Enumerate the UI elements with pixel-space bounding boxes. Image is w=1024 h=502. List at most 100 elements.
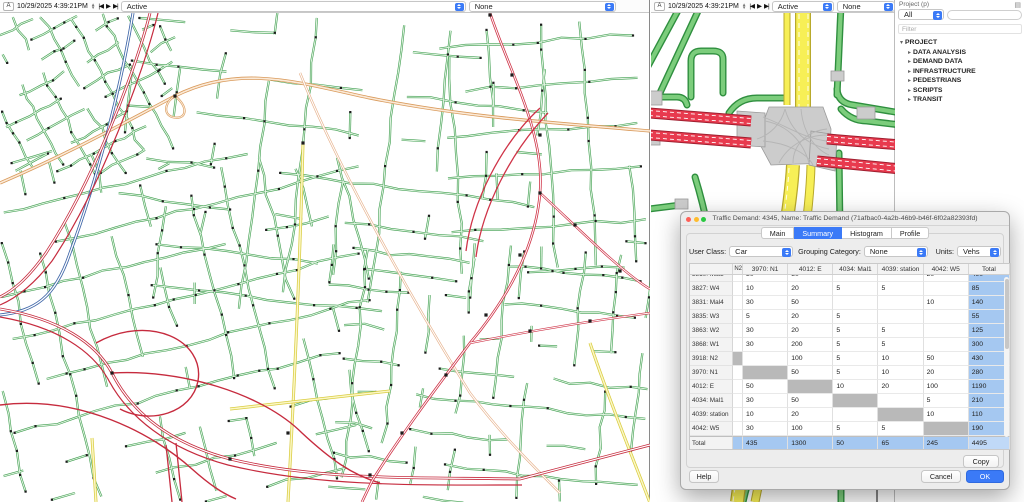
- tab-main[interactable]: Main: [761, 227, 795, 239]
- tree-item-infrastructure[interactable]: ▸INFRASTRUCTURE: [898, 67, 1024, 77]
- skip-forward-icon[interactable]: ▶|: [764, 2, 769, 10]
- matrix-cell[interactable]: [924, 324, 969, 338]
- matrix-cell[interactable]: 30: [743, 338, 788, 352]
- matrix-cell[interactable]: 5: [743, 310, 788, 324]
- matrix-cell-cut[interactable]: [733, 394, 743, 408]
- matrix-cell-cut[interactable]: [733, 275, 743, 282]
- matrix-cell[interactable]: [878, 296, 923, 310]
- skip-back-icon[interactable]: |◀: [749, 2, 754, 10]
- play-icon[interactable]: ▶: [757, 2, 761, 10]
- matrix-cell[interactable]: 50: [833, 436, 878, 450]
- cancel-button[interactable]: Cancel: [921, 470, 961, 483]
- matrix-cell[interactable]: 20: [788, 282, 833, 296]
- tree-item-demand-data[interactable]: ▸DEMAND DATA: [898, 57, 1024, 67]
- matrix-cell[interactable]: [743, 366, 788, 380]
- tab-summary[interactable]: Summary: [794, 227, 842, 239]
- datetime-stepper[interactable]: ▲▼: [742, 3, 746, 9]
- row-header[interactable]: 3868: W1: [690, 338, 733, 352]
- help-button[interactable]: Help: [689, 470, 719, 483]
- matrix-cell[interactable]: 20: [924, 275, 969, 282]
- column-header[interactable]: Total: [969, 264, 1010, 274]
- row-header[interactable]: 3810: Mal3: [690, 275, 733, 282]
- row-header[interactable]: 3970: N1: [690, 366, 733, 380]
- search-input[interactable]: [947, 10, 1022, 20]
- attributes-button[interactable]: A: [654, 2, 665, 11]
- play-icon[interactable]: ▶: [106, 2, 110, 10]
- dialog-titlebar[interactable]: Traffic Demand: 4345, Name: Traffic Dema…: [681, 212, 1009, 226]
- grand-total-cell[interactable]: 4495: [969, 436, 1010, 450]
- matrix-cell[interactable]: 5: [833, 338, 878, 352]
- tree-item-data-analysis[interactable]: ▸DATA ANALYSIS: [898, 48, 1024, 58]
- tab-histogram[interactable]: Histogram: [842, 227, 892, 239]
- matrix-cell[interactable]: 5: [878, 338, 923, 352]
- row-header[interactable]: 3827: W4: [690, 282, 733, 296]
- matrix-cell[interactable]: 65: [878, 436, 923, 450]
- matrix-cell-cut[interactable]: [733, 380, 743, 394]
- matrix-cell[interactable]: 5: [878, 282, 923, 296]
- chevron-right-icon[interactable]: ▸: [906, 87, 913, 94]
- overlay-dropdown[interactable]: None: [469, 1, 616, 12]
- matrix-cell[interactable]: 10: [878, 352, 923, 366]
- matrix-cell[interactable]: 50: [788, 366, 833, 380]
- mode-dropdown[interactable]: Active: [121, 1, 466, 12]
- column-header[interactable]: 4012: E: [788, 264, 833, 274]
- matrix-cell[interactable]: [878, 394, 923, 408]
- matrix-cell-cut[interactable]: [733, 422, 743, 436]
- matrix-cell[interactable]: 1300: [788, 436, 833, 450]
- matrix-cell[interactable]: 245: [924, 436, 969, 450]
- column-header[interactable]: 4042: W5: [924, 264, 969, 274]
- skip-back-icon[interactable]: |◀: [98, 2, 103, 10]
- matrix-cell[interactable]: 10: [833, 380, 878, 394]
- matrix-cell[interactable]: [924, 310, 969, 324]
- matrix-cell[interactable]: 30: [743, 324, 788, 338]
- chevron-right-icon[interactable]: ▸: [906, 96, 913, 103]
- column-header-cut[interactable]: 3918: N2: [733, 264, 743, 274]
- row-header[interactable]: 3835: W3: [690, 310, 733, 324]
- matrix-cell[interactable]: 20: [878, 380, 923, 394]
- matrix-cell[interactable]: 50: [743, 380, 788, 394]
- matrix-cell[interactable]: [878, 275, 923, 282]
- skip-forward-icon[interactable]: ▶|: [113, 2, 118, 10]
- matrix-cell[interactable]: 50: [788, 275, 833, 282]
- row-header[interactable]: 4042: W5: [690, 422, 733, 436]
- scope-dropdown[interactable]: All: [898, 9, 944, 20]
- matrix-cell[interactable]: [878, 310, 923, 324]
- matrix-cell[interactable]: 435: [743, 436, 788, 450]
- matrix-cell[interactable]: 20: [788, 408, 833, 422]
- row-header[interactable]: Total: [690, 436, 733, 450]
- matrix-cell[interactable]: 10: [743, 408, 788, 422]
- matrix-cell-cut[interactable]: [733, 296, 743, 310]
- column-header[interactable]: 3970: N1: [743, 264, 788, 274]
- matrix-cell[interactable]: 50: [788, 394, 833, 408]
- close-icon[interactable]: [686, 217, 691, 222]
- simulation-datetime[interactable]: 10/29/2025 4:39:21PM: [668, 3, 739, 10]
- matrix-cell[interactable]: 10: [743, 282, 788, 296]
- matrix-cell[interactable]: [924, 422, 969, 436]
- matrix-cell[interactable]: [924, 338, 969, 352]
- matrix-cell[interactable]: 5: [833, 366, 878, 380]
- chevron-right-icon[interactable]: ▸: [906, 68, 913, 75]
- matrix-cell[interactable]: [924, 282, 969, 296]
- matrix-cell[interactable]: 10: [924, 296, 969, 310]
- user-class-dropdown[interactable]: Car: [729, 246, 793, 257]
- matrix-cell[interactable]: 30: [743, 275, 788, 282]
- matrix-cell-cut[interactable]: [733, 324, 743, 338]
- chevron-down-icon[interactable]: ▾: [898, 39, 905, 46]
- row-header[interactable]: 4034: Mal1: [690, 394, 733, 408]
- matrix-cell-cut[interactable]: [733, 338, 743, 352]
- minimize-icon[interactable]: [694, 217, 699, 222]
- copy-button[interactable]: Copy: [963, 455, 999, 468]
- matrix-cell[interactable]: 100: [788, 422, 833, 436]
- matrix-cell[interactable]: 5: [833, 324, 878, 338]
- matrix-cell[interactable]: [833, 394, 878, 408]
- tab-profile[interactable]: Profile: [892, 227, 929, 239]
- matrix-cell[interactable]: 20: [788, 310, 833, 324]
- matrix-cell[interactable]: [833, 296, 878, 310]
- matrix-cell[interactable]: 10: [924, 408, 969, 422]
- matrix-cell[interactable]: 20: [788, 324, 833, 338]
- chevron-right-icon[interactable]: ▸: [906, 49, 913, 56]
- matrix-cell-cut[interactable]: [733, 282, 743, 296]
- ok-button[interactable]: OK: [966, 470, 1004, 483]
- table-scrollbar[interactable]: [1004, 277, 1009, 437]
- network-map[interactable]: [0, 13, 650, 502]
